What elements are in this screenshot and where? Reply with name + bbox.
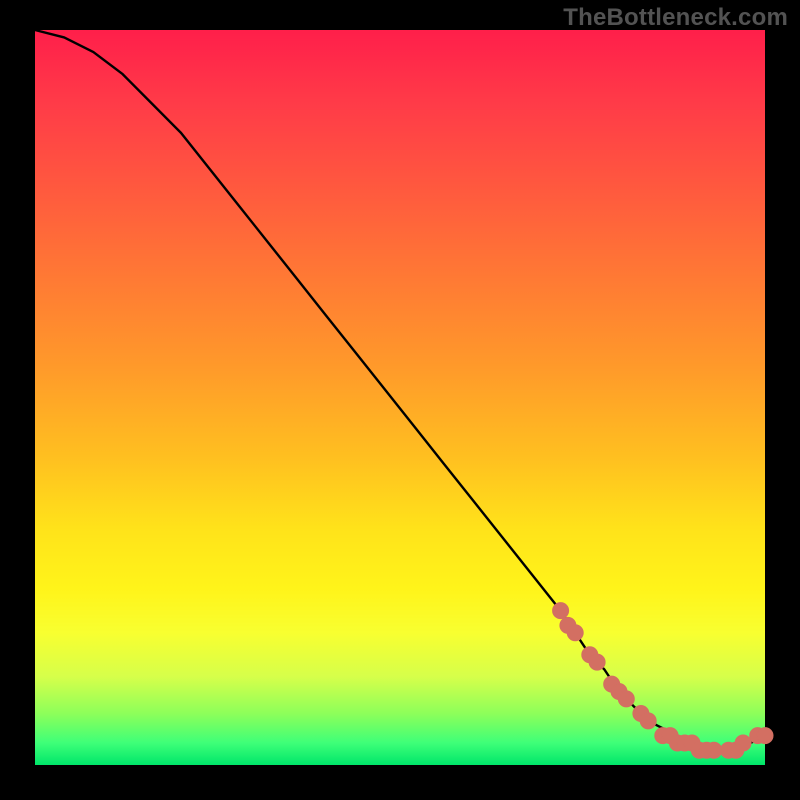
marker-dot bbox=[567, 625, 583, 641]
marker-group bbox=[553, 603, 773, 759]
marker-dot bbox=[706, 742, 722, 758]
marker-dot bbox=[757, 728, 773, 744]
marker-dot bbox=[640, 713, 656, 729]
bottleneck-curve-line bbox=[35, 30, 765, 750]
chart-frame: TheBottleneck.com bbox=[0, 0, 800, 800]
marker-dot bbox=[589, 654, 605, 670]
marker-dot bbox=[553, 603, 569, 619]
bottleneck-chart bbox=[35, 30, 765, 765]
plot-area bbox=[35, 30, 765, 765]
watermark-label: TheBottleneck.com bbox=[563, 4, 788, 32]
marker-dot bbox=[735, 735, 751, 751]
marker-dot bbox=[618, 691, 634, 707]
